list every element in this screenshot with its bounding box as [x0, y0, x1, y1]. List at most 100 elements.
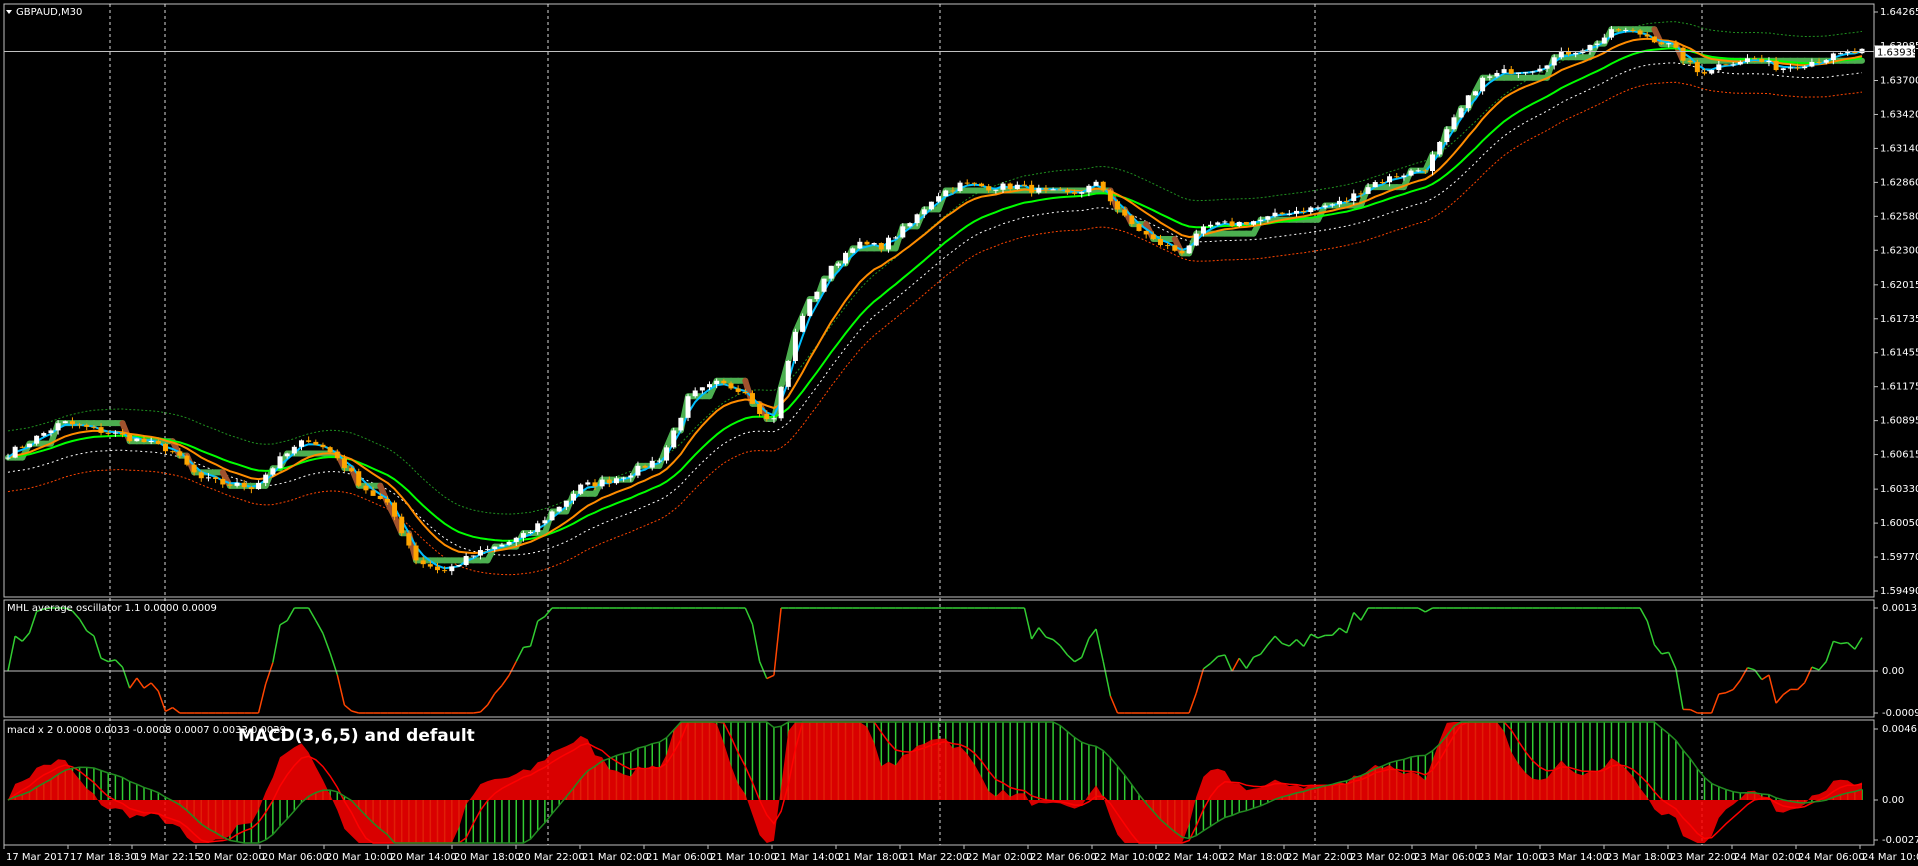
candle[interactable] [485, 549, 491, 551]
candle[interactable] [177, 451, 183, 456]
candle[interactable] [649, 460, 655, 468]
candle[interactable] [1365, 187, 1371, 194]
candle[interactable] [1451, 117, 1457, 130]
candle[interactable] [98, 427, 104, 433]
candle[interactable] [420, 560, 426, 565]
candle[interactable] [563, 500, 569, 507]
candle[interactable] [556, 506, 562, 512]
candle[interactable] [1573, 52, 1579, 55]
candle[interactable] [979, 183, 985, 187]
candle[interactable] [1816, 61, 1822, 63]
candle[interactable] [148, 440, 154, 443]
candle[interactable] [1243, 221, 1249, 225]
candle[interactable] [1508, 69, 1514, 74]
candle[interactable] [1336, 200, 1342, 205]
candle[interactable] [363, 485, 369, 491]
candle[interactable] [828, 265, 834, 279]
candle[interactable] [1594, 43, 1600, 45]
candle[interactable] [248, 487, 254, 490]
candle[interactable] [26, 443, 32, 448]
candle[interactable] [535, 523, 541, 532]
candle[interactable] [1859, 48, 1865, 54]
candle[interactable] [77, 424, 83, 426]
candle[interactable] [1430, 154, 1436, 172]
candle[interactable] [1737, 62, 1743, 65]
candle[interactable] [921, 209, 927, 215]
candle[interactable] [1236, 221, 1242, 227]
candle[interactable] [714, 380, 720, 385]
candle[interactable] [1172, 245, 1178, 251]
candle[interactable] [91, 426, 97, 428]
candle[interactable] [334, 451, 340, 459]
candle[interactable] [757, 403, 763, 414]
candle[interactable] [628, 475, 634, 478]
candle[interactable] [1107, 190, 1113, 202]
candle[interactable] [105, 432, 111, 434]
candle[interactable] [1709, 70, 1715, 74]
candle[interactable] [1251, 221, 1257, 225]
candle[interactable] [284, 453, 290, 457]
candle[interactable] [1021, 184, 1027, 186]
candle[interactable] [1036, 188, 1042, 193]
candle[interactable] [1344, 200, 1350, 202]
candle[interactable] [528, 531, 534, 534]
candle[interactable] [112, 432, 118, 434]
candle[interactable] [1193, 233, 1199, 246]
candle[interactable] [327, 447, 333, 452]
candle[interactable] [1186, 245, 1192, 254]
candle[interactable] [313, 441, 319, 445]
candle[interactable] [499, 544, 505, 547]
candle[interactable] [1544, 65, 1550, 69]
candle[interactable] [392, 502, 398, 517]
candle[interactable] [542, 520, 548, 524]
candle[interactable] [377, 495, 383, 499]
candle[interactable] [1651, 36, 1657, 43]
candle[interactable] [900, 226, 906, 238]
candle[interactable] [1279, 212, 1285, 214]
candle[interactable] [742, 391, 748, 394]
candle[interactable] [1387, 176, 1393, 183]
candle[interactable] [1601, 37, 1607, 44]
candle[interactable] [1315, 207, 1321, 209]
candle[interactable] [950, 190, 956, 192]
candle[interactable] [1666, 43, 1672, 45]
candle[interactable] [914, 214, 920, 224]
candle[interactable] [1408, 170, 1414, 176]
candle[interactable] [234, 482, 240, 486]
candle[interactable] [606, 479, 612, 484]
candle[interactable] [198, 472, 204, 479]
candle[interactable] [442, 570, 448, 572]
candle[interactable] [134, 438, 140, 442]
candle[interactable] [1122, 209, 1128, 216]
candle[interactable] [871, 242, 877, 245]
candle[interactable] [5, 457, 11, 459]
candle[interactable] [878, 242, 884, 250]
candle[interactable] [571, 493, 577, 501]
chart-canvas[interactable]: 1.642651.639851.637001.634201.631401.628… [0, 0, 1918, 866]
candle[interactable] [635, 465, 641, 476]
candle[interactable] [470, 555, 476, 557]
candle[interactable] [971, 182, 977, 184]
candle[interactable] [957, 182, 963, 192]
candle[interactable] [270, 468, 276, 475]
candle[interactable] [506, 541, 512, 545]
candle[interactable] [520, 533, 526, 538]
candle[interactable] [69, 421, 75, 425]
price-panel[interactable] [5, 21, 1865, 576]
candle[interactable] [170, 451, 176, 453]
candle[interactable] [84, 424, 90, 427]
candle[interactable] [1752, 58, 1758, 60]
candle[interactable] [1394, 176, 1400, 178]
candle[interactable] [907, 223, 913, 227]
candle[interactable] [341, 458, 347, 469]
candle[interactable] [1100, 181, 1106, 191]
candle[interactable] [656, 460, 662, 462]
candle[interactable] [1208, 224, 1214, 227]
candle[interactable] [671, 430, 677, 448]
candle[interactable] [62, 421, 68, 424]
candle[interactable] [1716, 64, 1722, 71]
candle[interactable] [578, 484, 584, 494]
candle[interactable] [384, 498, 390, 503]
candle[interactable] [1401, 175, 1407, 178]
candle[interactable] [621, 477, 627, 479]
